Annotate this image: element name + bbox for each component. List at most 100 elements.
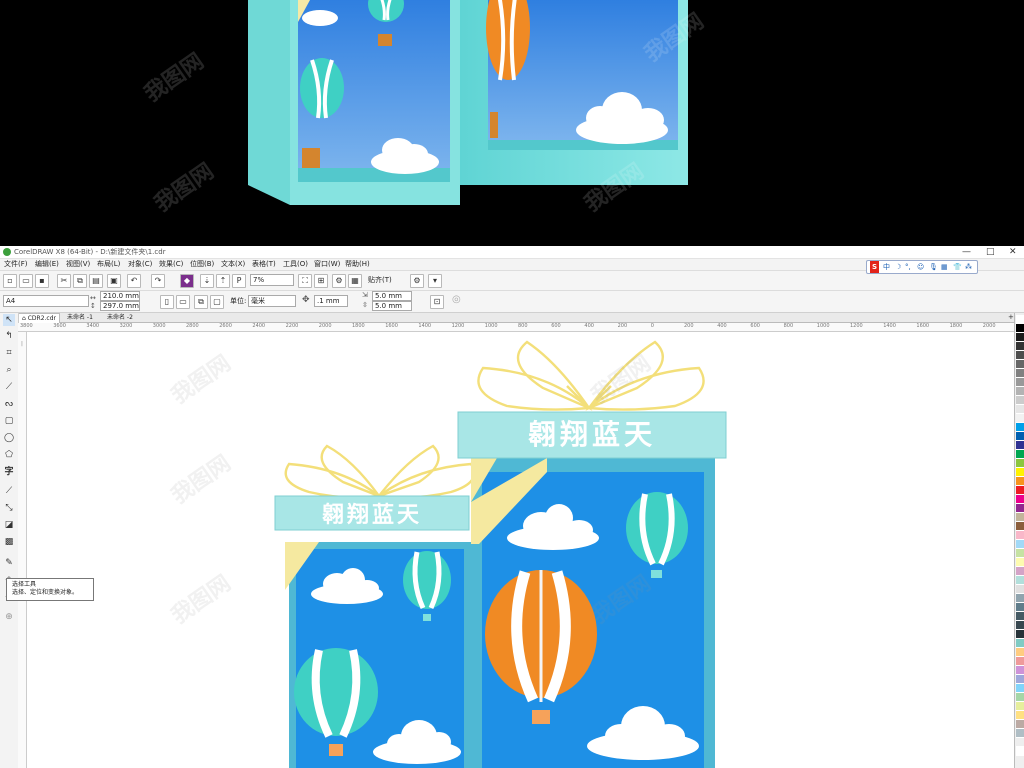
maximize-button[interactable]: □: [986, 246, 995, 258]
color-swatch[interactable]: [1016, 441, 1024, 450]
color-swatch[interactable]: [1016, 324, 1024, 333]
rectangle-tool-icon[interactable]: ▢: [3, 415, 15, 427]
color-swatch[interactable]: [1016, 711, 1024, 720]
keyboard-icon[interactable]: ▦: [941, 261, 948, 273]
shape-tool-icon[interactable]: ↰: [3, 330, 15, 342]
freehand-tool-icon[interactable]: ⟋: [3, 381, 15, 393]
ellipse-tool-icon[interactable]: ◯: [3, 432, 15, 444]
color-swatch[interactable]: [1016, 729, 1024, 738]
color-palette[interactable]: [1014, 313, 1024, 768]
color-swatch[interactable]: [1016, 396, 1024, 405]
menu-help[interactable]: 帮助(H): [345, 259, 370, 270]
drawing-canvas[interactable]: 翱翔蓝天 翱翔蓝天 我图网 我图网 我图网 我图网 我图网: [27, 332, 1014, 768]
color-swatch[interactable]: [1016, 648, 1024, 657]
color-swatch[interactable]: [1016, 378, 1024, 387]
pdf-icon[interactable]: P: [232, 274, 246, 288]
color-swatch[interactable]: [1016, 486, 1024, 495]
close-button[interactable]: ✕: [1009, 246, 1017, 258]
color-swatch[interactable]: [1016, 477, 1024, 486]
units-select[interactable]: 毫米: [248, 295, 296, 307]
menu-text[interactable]: 文本(X): [221, 259, 245, 270]
full-screen-icon[interactable]: ⛶: [298, 274, 312, 288]
color-swatch[interactable]: [1016, 468, 1024, 477]
text-tool-icon[interactable]: 字: [3, 466, 15, 478]
redo-icon[interactable]: ↷: [151, 274, 165, 288]
color-swatch[interactable]: [1016, 423, 1024, 432]
polygon-tool-icon[interactable]: ⬠: [3, 449, 15, 461]
new-icon[interactable]: ▫: [3, 274, 17, 288]
sogou-icon[interactable]: S: [870, 261, 880, 273]
color-swatch[interactable]: [1016, 675, 1024, 684]
eyedropper-icon[interactable]: ✎: [3, 557, 15, 569]
clipboard-icon[interactable]: ▣: [107, 274, 121, 288]
color-swatch[interactable]: [1016, 612, 1024, 621]
color-swatch[interactable]: [1016, 387, 1024, 396]
copy-icon[interactable]: ⧉: [73, 274, 87, 288]
rulers-icon[interactable]: ⊞: [314, 274, 328, 288]
color-swatch[interactable]: [1016, 693, 1024, 702]
treat-as-filled-icon[interactable]: ⊡: [430, 295, 444, 309]
punct-icon[interactable]: °,: [905, 261, 911, 273]
horizontal-ruler[interactable]: 3800 3600 3400 3200 3000 2800 2600 2400 2200 2000…: [18, 323, 1014, 332]
menu-file[interactable]: 文件(F): [4, 259, 28, 270]
options-icon[interactable]: ◎: [452, 294, 461, 305]
export-icon[interactable]: ⇡: [216, 274, 230, 288]
page-width-field[interactable]: 210.0 mm: [100, 291, 140, 301]
duplicate-y-field[interactable]: 5.0 mm: [372, 301, 412, 311]
color-swatch[interactable]: [1016, 540, 1024, 549]
color-swatch[interactable]: [1016, 720, 1024, 729]
menu-bitmaps[interactable]: 位图(B): [190, 259, 214, 270]
crop-tool-icon[interactable]: ⌗: [3, 347, 15, 359]
transparency-icon[interactable]: ▩: [3, 536, 15, 548]
color-swatch[interactable]: [1016, 414, 1024, 423]
parallel-dimension-icon[interactable]: ⟋: [3, 485, 15, 497]
page-height-field[interactable]: 297.0 mm: [100, 301, 140, 311]
menu-effects[interactable]: 效果(C): [159, 259, 183, 270]
undo-icon[interactable]: ↶: [127, 274, 141, 288]
mic-icon[interactable]: 🎙: [929, 261, 938, 273]
color-swatch[interactable]: [1016, 576, 1024, 585]
color-swatch[interactable]: [1016, 558, 1024, 567]
minimize-button[interactable]: —: [962, 246, 971, 258]
launch-icon[interactable]: ⚙: [332, 274, 346, 288]
menu-table[interactable]: 表格(T): [252, 259, 276, 270]
color-swatch[interactable]: [1016, 684, 1024, 693]
cut-icon[interactable]: ✂: [57, 274, 71, 288]
search-content-icon[interactable]: ◆: [180, 274, 194, 288]
color-swatch[interactable]: [1016, 666, 1024, 675]
tab-untitled-2[interactable]: 未命名 -2: [104, 313, 136, 322]
ime-toolbar[interactable]: S 中 ☽ °, ☺ 🎙 ▦ 👕 ⁂: [866, 260, 978, 274]
color-swatch[interactable]: [1016, 459, 1024, 468]
color-swatch[interactable]: [1016, 639, 1024, 648]
grid-icon[interactable]: ⁂: [965, 261, 972, 273]
emoji-icon[interactable]: ☺: [917, 261, 924, 273]
nudge-distance-field[interactable]: .1 mm: [314, 295, 348, 307]
color-swatch[interactable]: [1016, 621, 1024, 630]
color-swatch[interactable]: [1016, 504, 1024, 513]
landscape-icon[interactable]: ▭: [176, 295, 190, 309]
menu-tools[interactable]: 工具(O): [283, 259, 308, 270]
menu-window[interactable]: 窗口(W): [314, 259, 340, 270]
open-icon[interactable]: ▭: [19, 274, 33, 288]
artistic-media-icon[interactable]: ᔓ: [3, 398, 15, 410]
portrait-icon[interactable]: ▯: [160, 295, 174, 309]
drop-shadow-icon[interactable]: ◪: [3, 519, 15, 531]
shirt-icon[interactable]: 👕: [953, 261, 962, 273]
tab-cdr2[interactable]: ⌂ CDR2.cdr: [18, 313, 60, 323]
duplicate-x-field[interactable]: 5.0 mm: [372, 291, 412, 301]
menu-edit[interactable]: 编辑(E): [35, 259, 59, 270]
color-swatch[interactable]: [1016, 450, 1024, 459]
welcome-icon[interactable]: ▦: [348, 274, 362, 288]
color-swatch[interactable]: [1016, 594, 1024, 603]
color-swatch[interactable]: [1016, 513, 1024, 522]
ime-lang[interactable]: 中: [883, 261, 890, 273]
color-swatch[interactable]: [1016, 603, 1024, 612]
vertical-ruler[interactable]: |: [18, 332, 27, 768]
tab-untitled-1[interactable]: 未命名 -1: [64, 313, 96, 322]
menu-layout[interactable]: 布局(L): [97, 259, 120, 270]
connector-tool-icon[interactable]: ⤡: [3, 502, 15, 514]
color-swatch[interactable]: [1016, 747, 1024, 756]
color-swatch[interactable]: [1016, 351, 1024, 360]
color-swatch[interactable]: [1016, 702, 1024, 711]
color-swatch[interactable]: [1016, 630, 1024, 639]
